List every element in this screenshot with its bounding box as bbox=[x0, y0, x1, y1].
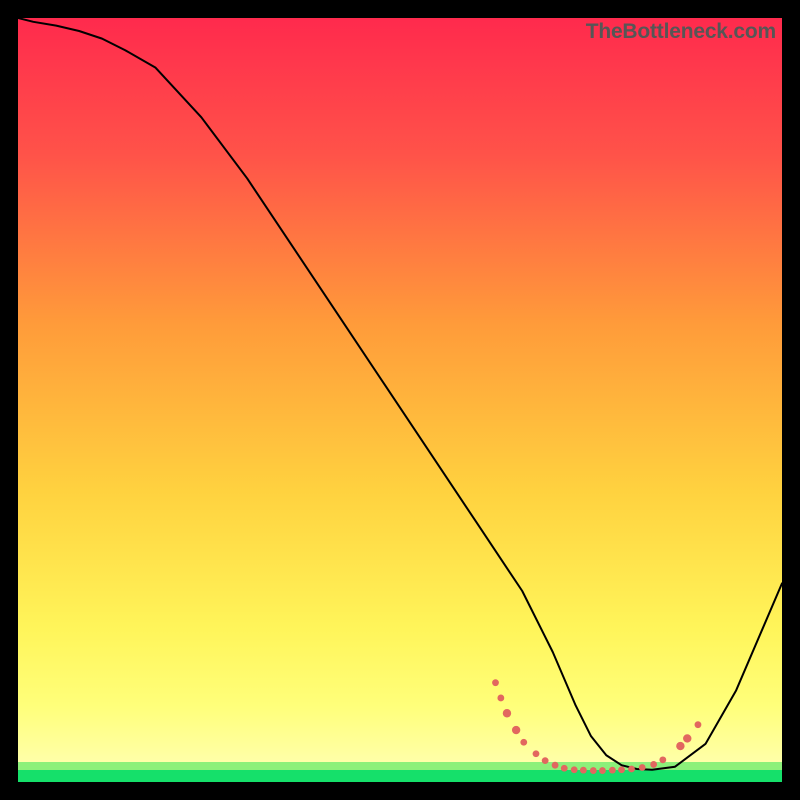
marker-dot bbox=[497, 695, 504, 702]
marker-dot bbox=[512, 726, 520, 734]
marker-dot bbox=[618, 766, 625, 773]
marker-dot bbox=[639, 764, 646, 771]
marker-dot bbox=[676, 742, 684, 750]
marker-dot bbox=[542, 757, 549, 764]
marker-dot bbox=[533, 750, 540, 757]
watermark-text: TheBottleneck.com bbox=[586, 20, 776, 44]
chart-frame: TheBottleneck.com bbox=[18, 18, 782, 782]
marker-dot bbox=[503, 709, 511, 717]
marker-dot bbox=[580, 767, 587, 774]
gradient-background bbox=[18, 18, 782, 782]
marker-dot bbox=[683, 734, 691, 742]
baseline-green-band bbox=[18, 770, 782, 782]
marker-dot bbox=[609, 767, 616, 774]
marker-dot bbox=[561, 765, 568, 772]
baseline-green-fade bbox=[18, 762, 782, 770]
marker-dot bbox=[628, 766, 635, 773]
marker-dot bbox=[599, 767, 606, 774]
marker-dot bbox=[492, 679, 499, 686]
bottleneck-chart bbox=[18, 18, 782, 782]
marker-dot bbox=[590, 767, 597, 774]
marker-dot bbox=[520, 739, 527, 746]
marker-dot bbox=[650, 761, 657, 768]
marker-dot bbox=[571, 766, 578, 773]
marker-dot bbox=[552, 762, 559, 769]
marker-dot bbox=[695, 721, 702, 728]
marker-dot bbox=[659, 756, 666, 763]
